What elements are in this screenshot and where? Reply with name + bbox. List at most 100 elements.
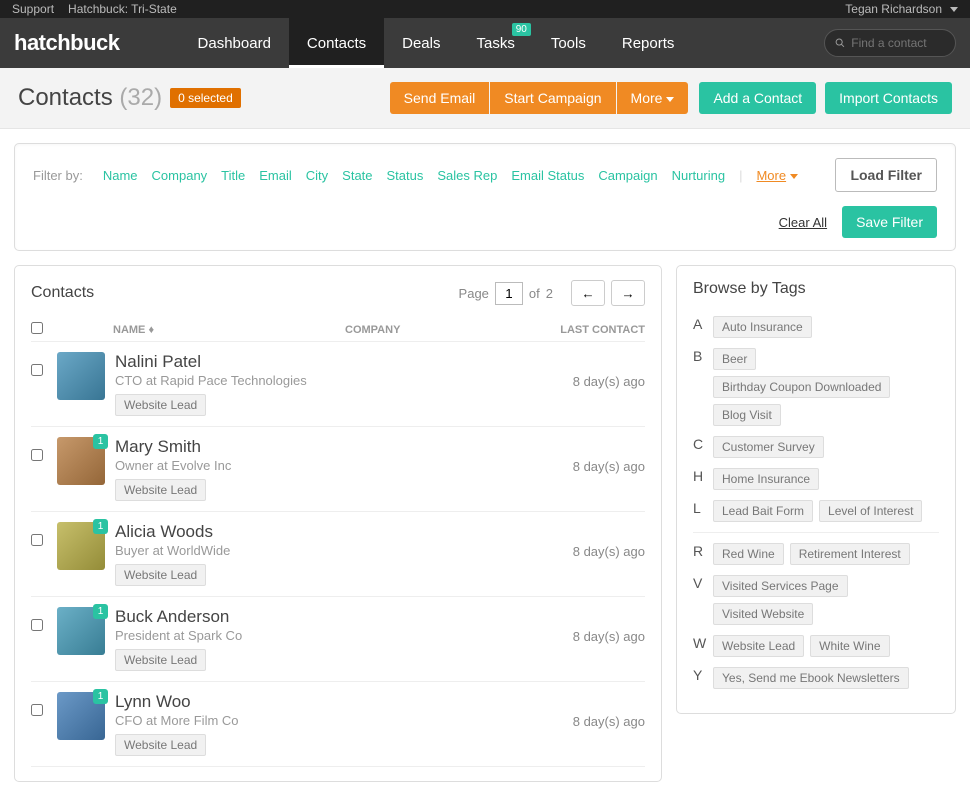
- add-contact-button[interactable]: Add a Contact: [699, 82, 816, 114]
- contact-title: CFO at More Film Co: [115, 713, 525, 728]
- nav-reports[interactable]: Reports: [604, 18, 693, 68]
- row-checkbox[interactable]: [31, 364, 43, 376]
- filter-campaign[interactable]: Campaign: [598, 168, 657, 183]
- contact-tag[interactable]: Website Lead: [115, 649, 206, 671]
- contact-name[interactable]: Lynn Woo: [115, 692, 525, 712]
- last-contact: 8 day(s) ago: [525, 522, 645, 559]
- contact-name[interactable]: Mary Smith: [115, 437, 525, 457]
- select-all-checkbox[interactable]: [31, 322, 43, 334]
- tag-letter: H: [693, 468, 713, 484]
- tag-letter: A: [693, 316, 713, 332]
- send-email-button[interactable]: Send Email: [390, 82, 490, 114]
- more-actions-button[interactable]: More: [617, 82, 689, 114]
- page-input[interactable]: [495, 282, 523, 305]
- contact-name[interactable]: Nalini Patel: [115, 352, 525, 372]
- contact-name[interactable]: Alicia Woods: [115, 522, 525, 542]
- tag-pill[interactable]: Home Insurance: [713, 468, 819, 490]
- tag-pill[interactable]: White Wine: [810, 635, 889, 657]
- row-checkbox[interactable]: [31, 704, 43, 716]
- contact-row[interactable]: 1 Alicia Woods Buyer at WorldWide Websit…: [31, 512, 645, 597]
- tag-pill[interactable]: Level of Interest: [819, 500, 922, 522]
- tag-row: WWebsite Lead White Wine: [693, 635, 939, 657]
- contact-tag[interactable]: Website Lead: [115, 479, 206, 501]
- row-checkbox[interactable]: [31, 534, 43, 546]
- tag-pill[interactable]: Website Lead: [713, 635, 804, 657]
- contact-row[interactable]: 1 Buck Anderson President at Spark Co We…: [31, 597, 645, 682]
- user-menu[interactable]: Tegan Richardson: [845, 2, 958, 16]
- tag-letter: W: [693, 635, 713, 651]
- support-link[interactable]: Support: [12, 2, 54, 16]
- nav-badge: 90: [512, 23, 531, 36]
- contact-row[interactable]: 1 Lynn Woo CFO at More Film Co Website L…: [31, 682, 645, 767]
- filter-city[interactable]: City: [306, 168, 328, 183]
- tag-pill[interactable]: Lead Bait Form: [713, 500, 813, 522]
- avatar[interactable]: 1: [57, 692, 105, 740]
- avatar[interactable]: 1: [57, 607, 105, 655]
- sort-icon[interactable]: ♦: [148, 324, 154, 336]
- tag-pill[interactable]: Beer: [713, 348, 756, 370]
- search-input[interactable]: [851, 36, 945, 50]
- nav-contacts[interactable]: Contacts: [289, 18, 384, 68]
- tag-row: LLead Bait FormLevel of Interest: [693, 500, 939, 522]
- filter-name[interactable]: Name: [103, 168, 138, 183]
- nav-dashboard[interactable]: Dashboard: [180, 18, 289, 68]
- start-campaign-button[interactable]: Start Campaign: [490, 82, 615, 114]
- tags-panel-title: Browse by Tags: [693, 280, 939, 298]
- avatar[interactable]: 1: [57, 522, 105, 570]
- nav-deals[interactable]: Deals: [384, 18, 458, 68]
- tag-pill[interactable]: Visited Website: [713, 603, 813, 625]
- filter-nurturing[interactable]: Nurturing: [672, 168, 725, 183]
- last-contact: 8 day(s) ago: [525, 352, 645, 389]
- nav-tools[interactable]: Tools: [533, 18, 604, 68]
- last-contact: 8 day(s) ago: [525, 607, 645, 644]
- chevron-down-icon: [950, 7, 958, 12]
- tag-pill[interactable]: Visited Services Page: [713, 575, 848, 597]
- tag-pill[interactable]: Yes, Send me Ebook Newsletters: [713, 667, 909, 689]
- load-filter-button[interactable]: Load Filter: [835, 158, 937, 192]
- filter-status[interactable]: Status: [387, 168, 424, 183]
- contact-tag[interactable]: Website Lead: [115, 734, 206, 756]
- contact-row[interactable]: Nalini Patel CTO at Rapid Pace Technolog…: [31, 342, 645, 427]
- tag-letter: C: [693, 436, 713, 452]
- contact-count: (32): [119, 84, 162, 111]
- contact-tag[interactable]: Website Lead: [115, 564, 206, 586]
- row-checkbox[interactable]: [31, 619, 43, 631]
- filter-sales-rep[interactable]: Sales Rep: [437, 168, 497, 183]
- filter-more[interactable]: More: [756, 168, 798, 183]
- prev-page-button[interactable]: ←: [571, 280, 605, 306]
- tag-pill[interactable]: Birthday Coupon Downloaded: [713, 376, 890, 398]
- nav-tasks[interactable]: Tasks90: [458, 18, 532, 68]
- topbar: Support Hatchbuck: Tri-State Tegan Richa…: [0, 0, 970, 18]
- filter-email-status[interactable]: Email Status: [511, 168, 584, 183]
- contact-tag[interactable]: Website Lead: [115, 394, 206, 416]
- logo[interactable]: hatchbuck: [14, 30, 120, 56]
- last-contact: 8 day(s) ago: [525, 437, 645, 474]
- tag-pill[interactable]: Customer Survey: [713, 436, 824, 458]
- contacts-panel-title: Contacts: [31, 284, 94, 302]
- import-contacts-button[interactable]: Import Contacts: [825, 82, 952, 114]
- clear-all-link[interactable]: Clear All: [779, 215, 827, 230]
- tag-row: VVisited Services PageVisited Website: [693, 575, 939, 625]
- contact-title: CTO at Rapid Pace Technologies: [115, 373, 525, 388]
- table-header: NAME ♦ COMPANY LAST CONTACT: [31, 318, 645, 342]
- row-checkbox[interactable]: [31, 449, 43, 461]
- filter-company[interactable]: Company: [152, 168, 208, 183]
- filter-title[interactable]: Title: [221, 168, 245, 183]
- avatar[interactable]: 1: [57, 437, 105, 485]
- tag-pill[interactable]: Blog Visit: [713, 404, 781, 426]
- contact-row[interactable]: 1 Mary Smith Owner at Evolve Inc Website…: [31, 427, 645, 512]
- last-contact: 8 day(s) ago: [525, 692, 645, 729]
- filter-email[interactable]: Email: [259, 168, 292, 183]
- tag-pill[interactable]: Retirement Interest: [790, 543, 910, 565]
- filter-label: Filter by:: [33, 168, 83, 183]
- tag-pill[interactable]: Auto Insurance: [713, 316, 812, 338]
- next-page-button[interactable]: →: [611, 280, 645, 306]
- search-box[interactable]: [824, 29, 956, 57]
- chevron-down-icon: [666, 97, 674, 102]
- avatar[interactable]: [57, 352, 105, 400]
- save-filter-button[interactable]: Save Filter: [842, 206, 937, 238]
- contact-name[interactable]: Buck Anderson: [115, 607, 525, 627]
- tag-pill[interactable]: Red Wine: [713, 543, 784, 565]
- filter-state[interactable]: State: [342, 168, 372, 183]
- org-link[interactable]: Hatchbuck: Tri-State: [68, 2, 177, 16]
